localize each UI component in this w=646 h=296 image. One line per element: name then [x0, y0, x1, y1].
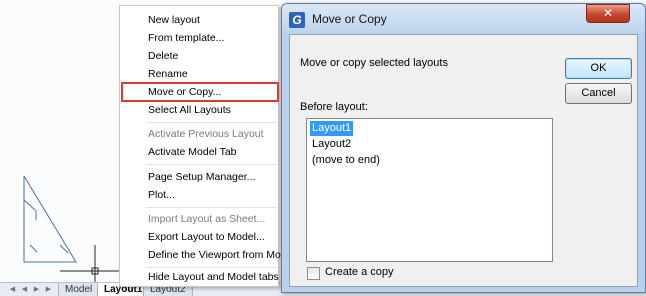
list-item-layout1[interactable]: Layout1	[310, 121, 354, 136]
menu-item-export-layout-to-model[interactable]: Export Layout to Model...	[120, 228, 278, 246]
triangle-mark	[29, 244, 38, 253]
dialog-title-bar[interactable]: G Move or Copy ✕	[282, 4, 645, 34]
prev-tab-icon[interactable]: ◀	[20, 285, 29, 294]
menu-separator	[146, 164, 276, 165]
menu-item-delete[interactable]: Delete	[120, 47, 278, 65]
menu-item-activate-previous-layout: Activate Previous Layout	[148, 128, 264, 140]
menu-item-select-all-layouts[interactable]: Select All Layouts	[120, 101, 278, 119]
create-copy-label[interactable]: Create a copy	[325, 266, 393, 278]
list-item-layout2[interactable]: Layout2	[310, 137, 353, 152]
before-layout-label: Before layout:	[300, 101, 368, 113]
dialog-description: Move or copy selected layouts	[300, 57, 448, 69]
menu-item-hide-layout-and-model-tabs[interactable]: Hide Layout and Model tabs	[120, 268, 279, 286]
menu-item-define-viewport-from-model[interactable]: Define the Viewport from Mod	[120, 246, 287, 264]
tab-model[interactable]: Model	[58, 283, 100, 296]
move-or-copy-highlight-box	[121, 82, 279, 102]
next-tab-icon[interactable]: ▶	[32, 285, 41, 294]
close-icon: ✕	[602, 6, 614, 20]
cancel-button[interactable]: Cancel	[565, 83, 632, 104]
dialog-title: Move or Copy	[312, 12, 387, 26]
menu-item-page-setup-manager[interactable]: Page Setup Manager...	[120, 168, 278, 186]
dialog-body: Move or copy selected layouts OK Cancel …	[289, 34, 638, 287]
menu-item-rename[interactable]: Rename	[120, 65, 278, 83]
last-tab-icon[interactable]: ▶	[44, 285, 53, 294]
menu-item-plot[interactable]: Plot...	[120, 186, 278, 204]
gstarcad-logo-icon: G	[289, 12, 305, 28]
menu-item-import-layout-as-sheet: Import Layout as Sheet...	[148, 213, 266, 225]
menu-separator	[146, 207, 276, 208]
list-item-move-to-end[interactable]: (move to end)	[310, 153, 382, 168]
move-or-copy-dialog: G Move or Copy ✕ Move or copy selected l…	[281, 3, 646, 293]
menu-item-activate-model-tab[interactable]: Activate Model Tab	[120, 143, 278, 161]
menu-item-from-template[interactable]: From template...	[120, 29, 278, 47]
close-button[interactable]: ✕	[586, 4, 630, 23]
menu-item-new-layout[interactable]: New layout	[120, 11, 278, 29]
layout-context-menu: New layout From template... Delete Renam…	[119, 5, 287, 287]
before-layout-list[interactable]: Layout1 Layout2 (move to end)	[306, 118, 553, 262]
create-copy-checkbox[interactable]	[307, 267, 320, 280]
ok-button[interactable]: OK	[565, 58, 632, 79]
triangle-shape	[23, 175, 77, 263]
first-tab-icon[interactable]: ◀	[8, 285, 17, 294]
triangle-mark	[23, 199, 36, 211]
menu-separator	[146, 122, 276, 123]
